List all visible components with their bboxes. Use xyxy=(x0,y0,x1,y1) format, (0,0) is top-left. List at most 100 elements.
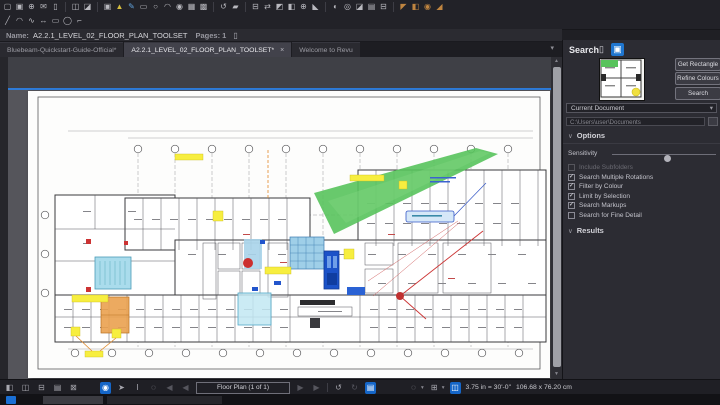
stamp-icon[interactable]: ▣ xyxy=(103,1,112,12)
pan-icon[interactable]: ◉ xyxy=(100,381,111,394)
fit-page-icon[interactable]: ◫ xyxy=(449,381,461,394)
document-tab-1[interactable]: A2.2.1_LEVEL_02_FLOOR_PLAN_TOOLSET* × xyxy=(124,42,292,57)
save-icon[interactable]: ▣ xyxy=(15,1,24,12)
checkbox-row-include-subfolders[interactable]: Include Subfolders xyxy=(568,163,633,172)
polyline-icon[interactable]: ∿ xyxy=(27,15,36,26)
checkbox-row-filter-by-colour[interactable]: ✓ Filter by Colour xyxy=(568,182,623,191)
results-section-header[interactable]: ∨ Results xyxy=(568,226,604,235)
last-page-icon[interactable]: ▶ xyxy=(311,382,322,394)
split-vertical-icon[interactable]: ◫ xyxy=(20,382,31,394)
layers-icon[interactable]: ▤ xyxy=(367,1,376,12)
dimension-icon[interactable]: ↔ xyxy=(39,15,48,26)
tab-overflow-icon[interactable]: ▾ xyxy=(550,44,554,52)
tracker-icon[interactable]: ◎ xyxy=(343,1,352,12)
paste-page-icon[interactable]: ◪ xyxy=(83,1,92,12)
zoom-mode-icon[interactable]: ◌ xyxy=(408,382,419,394)
scroll-down-icon[interactable]: ▼ xyxy=(551,370,562,379)
polygon-icon[interactable]: ⌐ xyxy=(75,15,84,26)
checkbox-row-search-markups[interactable]: ✓ Search Markups xyxy=(568,201,626,210)
chevron-down-icon[interactable]: ▾ xyxy=(421,385,424,391)
refine-colours-button[interactable]: Refine Colours xyxy=(675,72,720,85)
callout-icon[interactable]: ◉ xyxy=(175,1,184,12)
checkbox-icon[interactable]: ✓ xyxy=(568,192,575,200)
red-circle-markup[interactable] xyxy=(243,258,253,268)
snapshot-icon[interactable]: ◣ xyxy=(311,1,320,12)
previous-page-icon[interactable]: ◀ xyxy=(180,382,191,394)
checkbox-icon[interactable] xyxy=(568,164,575,171)
blue-bar-markup[interactable] xyxy=(347,287,365,295)
page-setup-icon[interactable]: ▯ xyxy=(51,1,60,12)
pen-icon[interactable]: ✎ xyxy=(127,1,136,12)
detach-window-icon[interactable]: ⊠ xyxy=(68,382,79,394)
highlighter-icon[interactable]: ▲ xyxy=(115,1,124,12)
floor-plan-drawing[interactable] xyxy=(28,91,550,378)
measure-area-icon[interactable]: ◧ xyxy=(411,1,420,12)
email-icon[interactable]: ✉ xyxy=(39,1,48,12)
page-thumbnail-icon[interactable]: ▯ xyxy=(233,31,237,40)
select-text-icon[interactable]: I xyxy=(132,382,143,394)
checkbox-icon[interactable]: ✓ xyxy=(568,173,575,181)
previous-view-icon[interactable]: ↺ xyxy=(333,382,344,394)
line-icon[interactable]: ╱ xyxy=(3,15,12,26)
get-rectangle-button[interactable]: Get Rectangle xyxy=(675,58,720,71)
left-panel-strip[interactable] xyxy=(0,57,8,379)
measure-volume-icon[interactable]: ◉ xyxy=(423,1,432,12)
overlay-icon[interactable]: ◩ xyxy=(275,1,284,12)
sync-icon[interactable]: ◐ xyxy=(331,1,340,12)
red-dot-markup[interactable] xyxy=(396,292,404,300)
vertical-scrollbar[interactable]: ▲ ▼ xyxy=(551,57,562,379)
text-search-icon[interactable]: ▯ xyxy=(595,43,608,56)
select-icon[interactable]: ➤ xyxy=(116,382,127,394)
ellipse-tool-icon[interactable]: ◯ xyxy=(63,15,72,26)
slider-thumb[interactable] xyxy=(664,154,671,162)
image-icon[interactable]: ▦ xyxy=(187,1,196,12)
elevator-highlight[interactable] xyxy=(323,250,340,290)
sync-views-icon[interactable]: ▤ xyxy=(52,382,63,394)
split-horizontal-icon[interactable]: ⊟ xyxy=(36,382,47,394)
taskbar-item[interactable] xyxy=(107,396,222,404)
scrollbar-thumb[interactable] xyxy=(552,67,561,367)
scale-mode-icon[interactable]: ⊞ xyxy=(429,382,440,394)
measure-length-icon[interactable]: ◤ xyxy=(399,1,408,12)
pdf-page[interactable] xyxy=(28,91,550,378)
document-tab-2[interactable]: Welcome to Revu xyxy=(292,42,360,57)
rotate-view-icon[interactable]: ↺ xyxy=(219,1,228,12)
search-button[interactable]: Search xyxy=(675,87,720,100)
search-pattern-thumbnail[interactable] xyxy=(599,58,645,101)
open-icon[interactable]: ▢ xyxy=(3,1,12,12)
sensitivity-slider[interactable] xyxy=(612,154,716,162)
first-page-icon[interactable]: ◀ xyxy=(164,382,175,394)
measure-angle-icon[interactable]: ◢ xyxy=(435,1,444,12)
print-icon[interactable]: ⊕ xyxy=(27,1,36,12)
visual-search-icon[interactable]: ▣ xyxy=(611,43,624,56)
core-highlight-grid[interactable] xyxy=(289,236,325,270)
page-navigation-box[interactable]: Floor Plan (1 of 1) xyxy=(196,381,290,394)
zoom-icon[interactable]: ◌ xyxy=(148,382,159,394)
next-view-icon[interactable]: ↻ xyxy=(349,382,360,394)
bookmarks-icon[interactable]: ⊟ xyxy=(379,1,388,12)
browse-folder-button[interactable] xyxy=(708,117,718,126)
panels-icon[interactable]: ▰ xyxy=(231,1,240,12)
compare-icon[interactable]: ⇄ xyxy=(263,1,272,12)
thumbnails-panel-icon[interactable]: ◧ xyxy=(4,382,15,394)
taskbar-app-icon[interactable] xyxy=(6,396,16,404)
cyan-room-markup[interactable] xyxy=(237,292,272,326)
combine-icon[interactable]: ⊕ xyxy=(299,1,308,12)
chevron-down-icon[interactable]: ▾ xyxy=(442,385,445,391)
search-scope-dropdown[interactable]: Current Document ▾ xyxy=(566,103,717,113)
document-tab-0[interactable]: Bluebeam-Quickstart-Guide-Official* xyxy=(0,42,124,57)
text-box-icon[interactable]: ▭ xyxy=(139,1,148,12)
orange-room-markup[interactable] xyxy=(100,296,130,334)
taskbar-item[interactable] xyxy=(43,396,103,404)
stair-highlight-left[interactable] xyxy=(94,256,132,290)
scroll-up-icon[interactable]: ▲ xyxy=(551,57,562,66)
crop-icon[interactable]: ▩ xyxy=(199,1,208,12)
checkbox-row-limit-by-selection[interactable]: ✓ Limit by Selection xyxy=(568,192,630,201)
flatten-icon[interactable]: ⊟ xyxy=(251,1,260,12)
cloud-icon[interactable]: ◠ xyxy=(163,1,172,12)
checkbox-row-search-multiple-rotations[interactable]: ✓ Search Multiple Rotations xyxy=(568,173,653,182)
rectangle-icon[interactable]: ▭ xyxy=(51,15,60,26)
checkbox-icon[interactable] xyxy=(568,211,575,219)
close-tab-icon[interactable]: × xyxy=(280,47,284,54)
checkbox-icon[interactable]: ✓ xyxy=(568,183,575,190)
